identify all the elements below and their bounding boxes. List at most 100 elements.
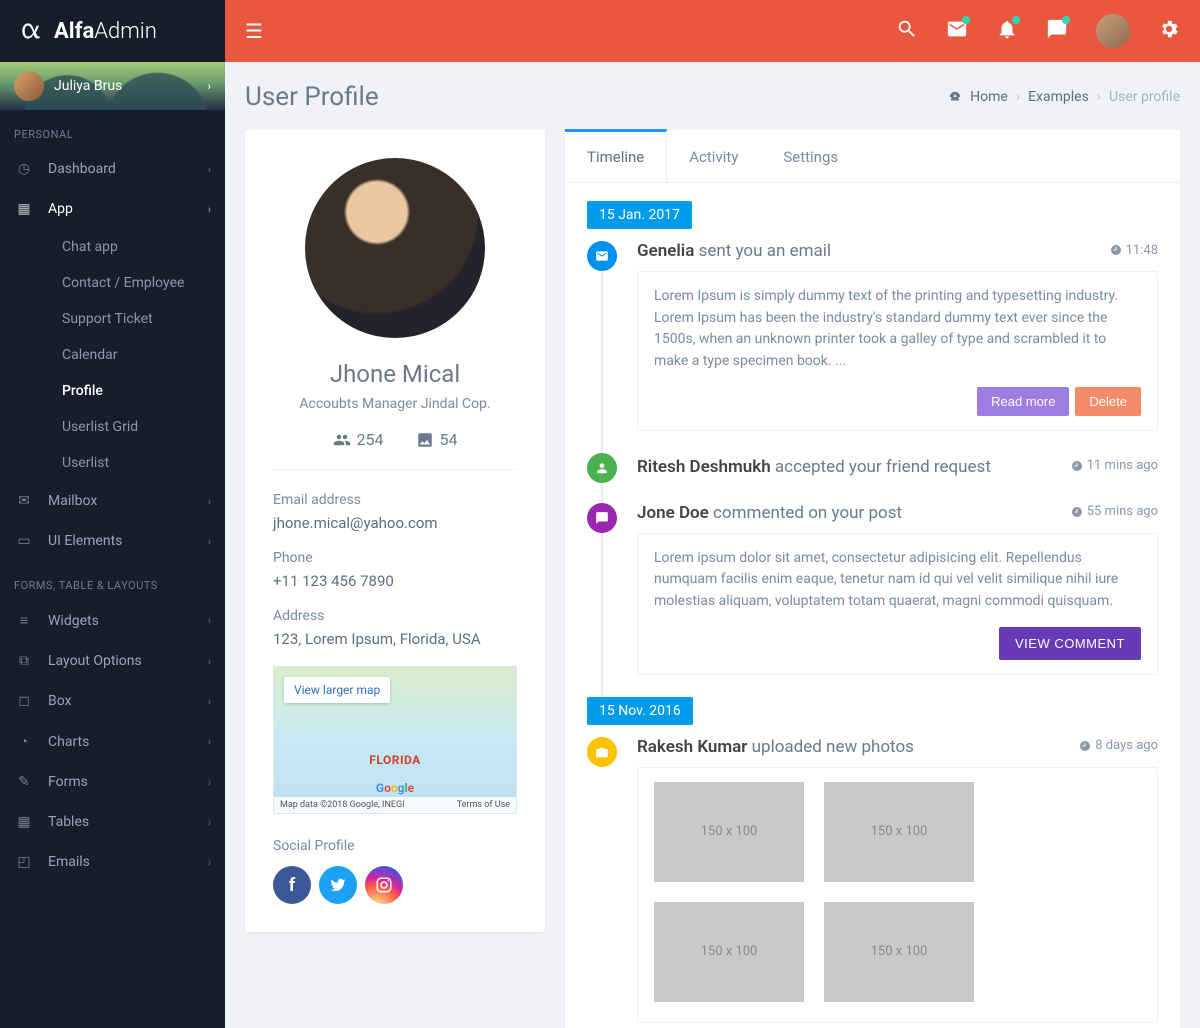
stat-people: 254 (333, 430, 384, 449)
profile-card: Jhone Mical Accoubts Manager Jindal Cop.… (245, 130, 545, 932)
label-email: Email address (273, 492, 517, 508)
laptop-icon: ▭ (14, 533, 34, 549)
timeline-time: 11:48 (1110, 243, 1158, 258)
twitter-icon[interactable] (319, 866, 357, 904)
sidebar-item-charts[interactable]: ◔ Charts › (0, 721, 225, 762)
timeline-body-text: Lorem Ipsum is simply dummy text of the … (638, 272, 1157, 387)
label-address: Address (273, 608, 517, 624)
sidebar-item-box[interactable]: ◻ Box › (0, 681, 225, 721)
photo-placeholder[interactable]: 150 x 100 (824, 902, 974, 1002)
map-attribution: Map data ©2018 Google, INEGI (280, 800, 405, 810)
sidebar-sub-chat[interactable]: Chat app (48, 229, 225, 265)
google-logo: Google (376, 781, 414, 795)
topbar-avatar[interactable] (1096, 14, 1130, 48)
timeline-card: Timeline Activity Settings 15 Jan. 2017 … (565, 130, 1180, 1028)
nav-heading-personal: PERSONAL (0, 110, 225, 149)
notification-dot (1062, 16, 1070, 24)
read-more-button[interactable]: Read more (977, 387, 1069, 416)
tabs: Timeline Activity Settings (565, 130, 1180, 183)
timeline-date-badge: 15 Nov. 2016 (587, 697, 693, 725)
sidebar-sub-userlist[interactable]: Userlist (48, 445, 225, 481)
gear-icon[interactable] (1158, 18, 1180, 44)
sidebar-item-ui-elements[interactable]: ▭ UI Elements › (0, 521, 225, 561)
sidebar-submenu-app: Chat app Contact / Employee Support Tick… (0, 229, 225, 481)
apps-icon: ▦ (14, 201, 34, 217)
value-address: 123, Lorem Ipsum, Florida, USA (273, 630, 517, 648)
sidebar-sub-ticket[interactable]: Support Ticket (48, 301, 225, 337)
sidebar-item-app[interactable]: ▦ App › (0, 189, 225, 229)
sidebar-item-forms[interactable]: ✎ Forms › (0, 762, 225, 802)
notification-dot (962, 16, 970, 24)
layout-icon: ⧉ (14, 653, 34, 669)
tab-activity[interactable]: Activity (667, 129, 761, 182)
edit-icon: ✎ (14, 774, 34, 790)
camera-icon (587, 737, 617, 767)
notification-dot (1012, 16, 1020, 24)
view-comment-button[interactable]: VIEW COMMENT (999, 627, 1141, 660)
mail-icon[interactable] (946, 18, 968, 44)
breadcrumb-home[interactable]: Home (970, 89, 1008, 105)
value-phone: +11 123 456 7890 (273, 572, 517, 590)
chevron-right-icon: › (208, 203, 211, 216)
photo-placeholder[interactable]: 150 x 100 (654, 782, 804, 882)
chevron-right-icon: › (208, 776, 211, 789)
avatar (14, 71, 44, 101)
delete-button[interactable]: Delete (1075, 387, 1141, 416)
alpha-icon (18, 18, 44, 44)
bell-icon[interactable] (996, 18, 1018, 44)
profile-photo (305, 158, 485, 338)
instagram-icon[interactable] (365, 866, 403, 904)
mail-icon (587, 241, 617, 271)
map-terms[interactable]: Terms of Use (457, 800, 510, 810)
breadcrumb-examples[interactable]: Examples (1028, 89, 1089, 105)
sidebar-item-layout[interactable]: ⧉ Layout Options › (0, 641, 225, 681)
breadcrumb: Home › Examples › User profile (948, 89, 1180, 105)
timeline-body-text: Lorem ipsum dolor sit amet, consectetur … (638, 534, 1157, 627)
chevron-right-icon: › (208, 614, 211, 627)
sidebar-sub-profile[interactable]: Profile (48, 373, 225, 409)
profile-name: Jhone Mical (273, 360, 517, 388)
topbar: ☰ (225, 0, 1200, 62)
photo-placeholder[interactable]: 150 x 100 (654, 902, 804, 1002)
timeline-item: Genelia sent you an email 11:48 Lorem Ip… (587, 241, 1158, 431)
sidebar-item-tables[interactable]: ▦ Tables › (0, 802, 225, 842)
brand-logo[interactable]: AlfaAdmin (0, 0, 225, 62)
chevron-right-icon: › (208, 495, 211, 508)
sidebar-item-mailbox[interactable]: ✉ Mailbox › (0, 481, 225, 521)
chevron-right-icon: › (208, 695, 211, 708)
sidebar-item-widgets[interactable]: ≡ Widgets › (0, 600, 225, 641)
mail-icon: ✉ (14, 493, 34, 509)
chevron-right-icon: › (208, 856, 211, 869)
photo-placeholder[interactable]: 150 x 100 (824, 782, 974, 882)
breadcrumb-current: User profile (1109, 89, 1180, 105)
timeline-date-badge: 15 Jan. 2017 (587, 201, 692, 229)
facebook-icon[interactable]: f (273, 866, 311, 904)
sidebar-user-name: Juliya Brus (54, 78, 122, 94)
tab-timeline[interactable]: Timeline (565, 129, 667, 182)
chevron-right-icon: › (208, 735, 211, 748)
box-icon: ◻ (14, 693, 34, 709)
sidebar-sub-calendar[interactable]: Calendar (48, 337, 225, 373)
sidebar-item-dashboard[interactable]: ◷ Dashboard › (0, 149, 225, 189)
timeline-time: 11 mins ago (1071, 458, 1158, 473)
sidebar: AlfaAdmin Juliya Brus › PERSONAL ◷ Dashb… (0, 0, 225, 1028)
timeline-item: Ritesh Deshmukh accepted your friend req… (587, 453, 1158, 481)
sidebar-sub-contact[interactable]: Contact / Employee (48, 265, 225, 301)
people-icon (333, 431, 351, 449)
tab-settings[interactable]: Settings (761, 129, 861, 182)
sidebar-user-panel[interactable]: Juliya Brus › (0, 62, 225, 110)
value-email: jhone.mical@yahoo.com (273, 514, 517, 532)
search-icon[interactable] (896, 18, 918, 44)
view-larger-map-button[interactable]: View larger map (284, 677, 390, 703)
table-icon: ▦ (14, 814, 34, 830)
sidebar-item-emails[interactable]: ◰ Emails › (0, 842, 225, 882)
sidebar-sub-userlist-grid[interactable]: Userlist Grid (48, 409, 225, 445)
chevron-right-icon: › (208, 816, 211, 829)
timeline-item: Rakesh Kumar uploaded new photos 8 days … (587, 737, 1158, 1023)
map[interactable]: View larger map FLORIDA Google Map data … (273, 666, 517, 814)
nav-heading-forms: FORMS, TABLE & LAYOUTS (0, 561, 225, 600)
image-icon (416, 431, 434, 449)
label-phone: Phone (273, 550, 517, 566)
chat-icon[interactable] (1046, 18, 1068, 44)
menu-toggle-icon[interactable]: ☰ (245, 19, 263, 43)
